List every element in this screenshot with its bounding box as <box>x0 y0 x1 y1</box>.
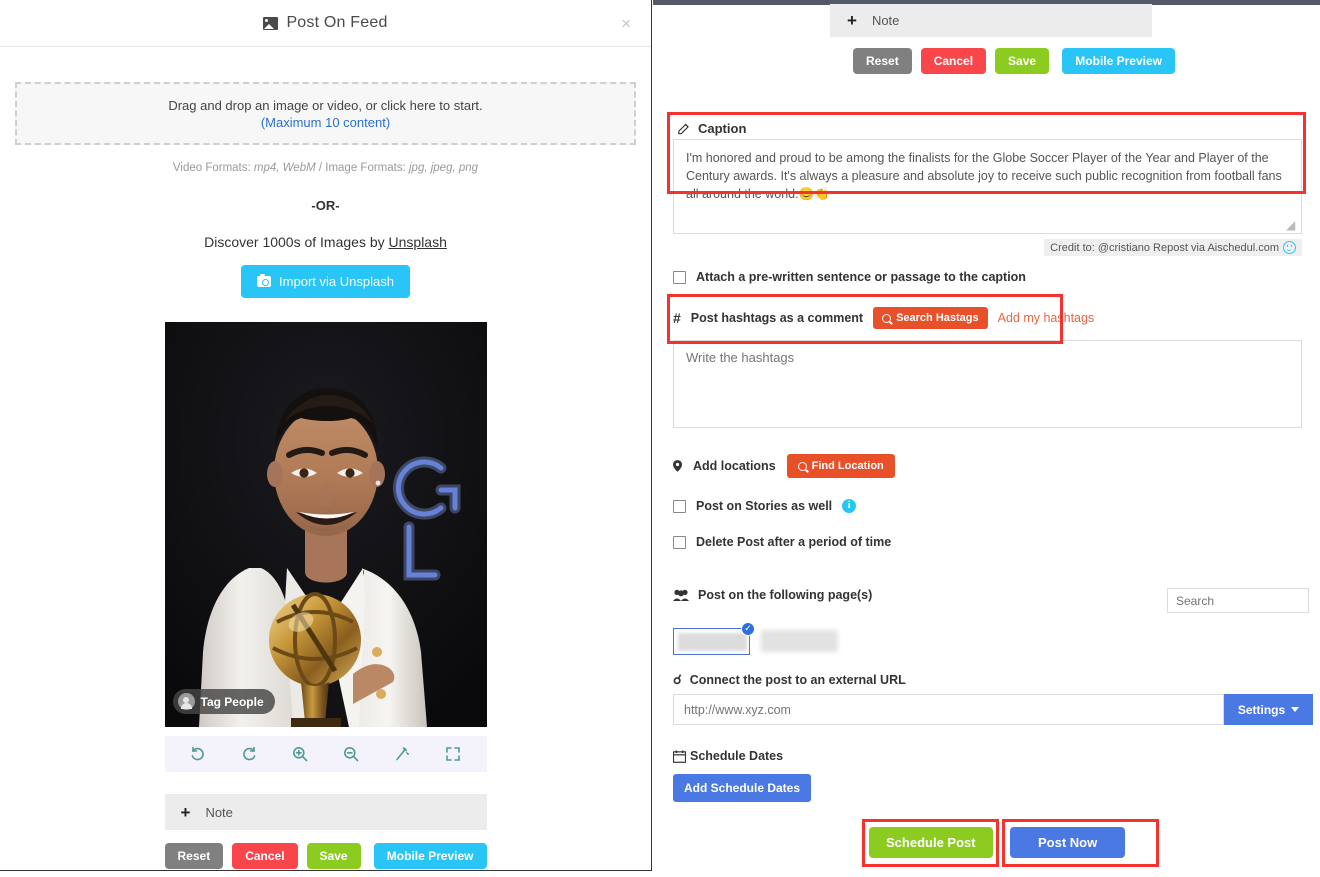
formats-image-label: / Image Formats: <box>318 162 406 174</box>
post-on-stories-label: Post on Stories as well <box>696 499 833 513</box>
highlight-box-post-now <box>1002 819 1159 867</box>
modal-title-text: Post On Feed <box>286 14 388 31</box>
unsplash-discover-text: Discover 1000s of Images by Unsplash <box>0 234 651 250</box>
smiley-icon[interactable] <box>1283 241 1296 254</box>
formats-video-label: Video Formats: <box>172 162 251 174</box>
or-separator: -OR- <box>311 198 340 213</box>
page-avatar <box>761 630 838 652</box>
add-schedule-dates-button[interactable]: Add Schedule Dates <box>673 774 812 802</box>
discover-prefix: Discover 1000s of Images by <box>204 234 389 250</box>
import-via-unsplash-button[interactable]: Import via Unsplash <box>241 265 410 298</box>
search-icon <box>797 461 807 471</box>
delete-post-label: Delete Post after a period of time <box>696 535 892 549</box>
image-edit-toolbar <box>164 736 487 772</box>
zoom-out-icon[interactable] <box>343 746 359 762</box>
formats-image-value: jpg, jpeg, png <box>409 162 479 174</box>
app-screen: Post On Feed × Drag and drop an image or… <box>0 0 1320 877</box>
highlight-box-hashtags <box>667 294 1063 344</box>
map-pin-icon <box>673 460 682 472</box>
external-url-input[interactable] <box>673 694 1224 725</box>
mobile-preview-button[interactable]: Mobile Preview <box>373 843 487 869</box>
plus-icon: + <box>847 11 857 30</box>
page-title: Post On Feed <box>263 14 387 32</box>
note-label: Note <box>205 804 233 820</box>
rotate-left-icon[interactable] <box>190 746 206 762</box>
external-url-header: ☌ Connect the post to an external URL <box>673 672 906 688</box>
highlight-box-schedule-post <box>862 819 999 867</box>
zoom-in-icon[interactable] <box>292 746 308 762</box>
info-icon[interactable]: i <box>842 499 857 513</box>
import-button-label: Import via Unsplash <box>279 274 394 289</box>
highlight-box-caption <box>667 112 1306 194</box>
modal-header: Post On Feed × <box>0 0 651 47</box>
save-button-right[interactable]: Save <box>995 48 1050 74</box>
note-accordion-right[interactable]: + Note <box>830 4 1152 37</box>
find-location-label: Find Location <box>811 460 884 472</box>
settings-label: Settings <box>1237 702 1286 717</box>
reset-button-right[interactable]: Reset <box>853 48 912 74</box>
pages-search-input[interactable] <box>1167 588 1309 613</box>
pages-header: Post on the following page(s) <box>673 588 872 602</box>
find-location-button[interactable]: Find Location <box>786 454 895 478</box>
right-action-row: Reset Cancel Save Mobile Preview <box>853 48 1175 74</box>
delete-post-row[interactable]: Delete Post after a period of time <box>673 535 891 549</box>
checkbox-icon[interactable] <box>673 270 686 284</box>
person-icon <box>177 693 195 710</box>
dropzone-max-note: (Maximum 10 content) <box>260 114 391 130</box>
plus-icon: + <box>180 802 191 822</box>
locations-row: Add locations Find Location <box>673 454 895 478</box>
tag-people-label: Tag People <box>200 694 264 709</box>
supported-formats: Video Formats: mp4, WebM / Image Formats… <box>0 162 651 174</box>
magic-wand-icon[interactable] <box>394 746 410 762</box>
caption-resize-handle[interactable]: ◢ <box>1286 218 1295 232</box>
pages-label-text: Post on the following page(s) <box>698 588 873 602</box>
settings-dropdown-button[interactable]: Settings <box>1224 694 1313 725</box>
mobile-preview-button-right[interactable]: Mobile Preview <box>1062 48 1175 74</box>
check-icon: ✓ <box>741 622 755 636</box>
credit-text: Credit to: @cristiano Repost via Aisched… <box>1050 241 1279 254</box>
reset-button[interactable]: Reset <box>164 843 224 869</box>
media-dropzone[interactable]: Drag and drop an image or video, or clic… <box>15 82 636 145</box>
page-thumbnail[interactable] <box>761 628 838 655</box>
link-icon: ☌ <box>673 672 682 687</box>
calendar-icon <box>673 750 686 763</box>
close-icon[interactable]: × <box>617 13 635 34</box>
prewritten-checkbox-label: Attach a pre-written sentence or passage… <box>696 270 1026 284</box>
rotate-right-icon[interactable] <box>241 746 257 762</box>
note-label: Note <box>871 13 900 28</box>
prewritten-checkbox-row[interactable]: Attach a pre-written sentence or passage… <box>673 270 1026 284</box>
tag-people-button[interactable]: Tag People <box>172 689 275 714</box>
dropzone-instruction: Drag and drop an image or video, or clic… <box>168 97 483 113</box>
cancel-button[interactable]: Cancel <box>232 843 298 869</box>
page-thumbnail-selected[interactable]: ✓ <box>673 622 755 655</box>
external-url-label: Connect the post to an external URL <box>689 673 906 687</box>
formats-video-value: mp4, WebM <box>253 162 316 174</box>
hashtags-textarea[interactable] <box>673 340 1302 428</box>
post-on-feed-modal: Post On Feed × Drag and drop an image or… <box>0 0 652 871</box>
uploaded-photo <box>164 322 487 727</box>
schedule-dates-header: Schedule Dates <box>673 749 783 763</box>
chevron-down-icon <box>1291 707 1300 712</box>
media-preview[interactable]: Tag People <box>164 322 487 727</box>
caption-credit-badge: Credit to: @cristiano Repost via Aisched… <box>1044 239 1302 256</box>
unsplash-button-row: Import via Unsplash <box>0 265 651 298</box>
image-icon <box>263 16 279 30</box>
save-button[interactable]: Save <box>306 843 361 869</box>
note-accordion[interactable]: + Note <box>164 794 487 830</box>
camera-icon <box>257 274 272 287</box>
checkbox-icon[interactable] <box>673 499 686 513</box>
checkbox-icon[interactable] <box>673 535 686 549</box>
left-action-row: Reset Cancel Save Mobile Preview <box>164 843 487 869</box>
page-avatar <box>678 633 747 651</box>
unsplash-link[interactable]: Unsplash <box>389 234 447 250</box>
add-locations-label: Add locations <box>693 459 776 473</box>
post-on-stories-row[interactable]: Post on Stories as well i <box>673 499 857 513</box>
expand-icon[interactable] <box>445 746 461 762</box>
cancel-button-right[interactable]: Cancel <box>920 48 987 74</box>
schedule-dates-label: Schedule Dates <box>690 749 784 763</box>
post-settings-panel: + Note Reset Cancel Save Mobile Preview … <box>653 0 1320 877</box>
users-group-icon <box>673 589 689 601</box>
